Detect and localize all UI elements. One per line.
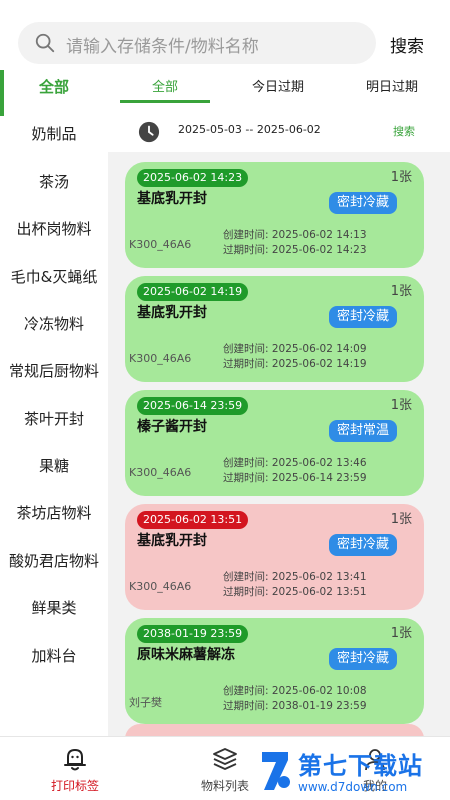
card-count: 1张 — [390, 284, 412, 299]
storage-tag: 密封冷藏 — [329, 534, 398, 556]
watermark-url: www.d7down.com — [298, 780, 408, 794]
tab-underline — [120, 100, 210, 103]
filter-tabs: 全部 今日过期 明日过期 — [108, 64, 450, 106]
expire-badge: 2025-06-02 13:51 — [137, 511, 249, 529]
expire-time: 过期时间: 2025-06-02 14:23 — [223, 244, 367, 256]
storage-tag: 密封常温 — [329, 420, 398, 442]
site-watermark: 第七下载站 www.d7down.com — [258, 742, 450, 800]
creator-label: 刘子樊 — [129, 696, 162, 709]
storage-tag: 密封冷藏 — [329, 306, 398, 328]
app-root: 请输入存储条件/物料名称 搜索 全部 奶制品 茶汤 出杯岗物料 毛巾&灭蝇纸 冷… — [0, 0, 450, 800]
sidebar-item-frozen[interactable]: 冷冻物料 — [0, 301, 108, 348]
date-search-button[interactable]: 搜索 — [393, 123, 415, 139]
expire-time: 过期时间: 2038-01-19 23:59 — [223, 700, 367, 712]
label-card[interactable]: 1张 2038-01-19 23:59 原味米麻薯解冻 密封冷藏 刘子樊 创建时… — [125, 618, 424, 724]
item-name: 基底乳开封 — [137, 533, 207, 549]
tab-expire-today[interactable]: 今日过期 — [252, 76, 304, 95]
storage-tag: 密封冷藏 — [329, 192, 398, 214]
expire-badge: 2025-06-02 14:23 — [137, 169, 249, 187]
sidebar-item-teahouse[interactable]: 茶坊店物料 — [0, 490, 108, 537]
sidebar-item-cup-station[interactable]: 出杯岗物料 — [0, 206, 108, 253]
creator-label: K300_46A6 — [129, 352, 192, 365]
time-info: 创建时间: 2025-06-02 14:09 过期时间: 2025-06-02 … — [223, 342, 367, 372]
creator-label: K300_46A6 — [129, 238, 192, 251]
sidebar-item-yogurt[interactable]: 酸奶君店物料 — [0, 538, 108, 585]
created-time: 创建时间: 2025-06-02 13:41 — [223, 571, 367, 583]
sidebar-item-towels[interactable]: 毛巾&灭蝇纸 — [0, 254, 108, 301]
bell-icon — [64, 749, 86, 771]
created-time: 创建时间: 2025-06-02 14:13 — [223, 229, 367, 241]
label-card[interactable]: 1张 2025-06-02 14:23 基底乳开封 密封冷藏 K300_46A6… — [125, 162, 424, 268]
tab-all[interactable]: 全部 — [152, 76, 178, 95]
search-button[interactable]: 搜索 — [390, 32, 424, 57]
expire-badge: 2038-01-19 23:59 — [137, 625, 249, 643]
label-card[interactable]: 1张 2025-06-14 23:59 榛子酱开封 密封常温 K300_46A6… — [125, 390, 424, 496]
card-count: 1张 — [390, 512, 412, 527]
sidebar-item-all[interactable]: 全部 — [0, 64, 108, 111]
date-range[interactable]: 2025-05-03 -- 2025-06-02 — [178, 123, 321, 136]
watermark-title: 第七下载站 — [298, 752, 423, 780]
search-icon — [35, 33, 55, 53]
storage-tag: 密封冷藏 — [329, 648, 398, 670]
created-time: 创建时间: 2025-06-02 10:08 — [223, 685, 367, 697]
time-info: 创建时间: 2025-06-02 13:41 过期时间: 2025-06-02 … — [223, 570, 367, 600]
sidebar-item-fructose[interactable]: 果糖 — [0, 443, 108, 490]
label-list-panel: 全部 今日过期 明日过期 2025-05-03 -- 2025-06-02 搜索… — [108, 64, 450, 736]
search-placeholder: 请输入存储条件/物料名称 — [66, 37, 259, 57]
label-card-partial[interactable] — [125, 724, 424, 736]
search-bar: 请输入存储条件/物料名称 搜索 — [0, 0, 450, 64]
item-name: 基底乳开封 — [137, 191, 207, 207]
label-card-list: 1张 2025-06-02 14:23 基底乳开封 密封冷藏 K300_46A6… — [108, 152, 450, 736]
tab-expire-tomorrow[interactable]: 明日过期 — [366, 76, 418, 95]
expire-badge: 2025-06-14 23:59 — [137, 397, 249, 415]
search-input[interactable]: 请输入存储条件/物料名称 — [18, 22, 376, 64]
layers-icon — [213, 748, 237, 770]
clock-icon[interactable] — [138, 121, 160, 143]
sidebar-item-kitchen[interactable]: 常规后厨物料 — [0, 348, 108, 395]
category-sidebar: 全部 奶制品 茶汤 出杯岗物料 毛巾&灭蝇纸 冷冻物料 常规后厨物料 茶叶开封 … — [0, 64, 108, 736]
date-filter-row: 2025-05-03 -- 2025-06-02 搜索 — [108, 106, 450, 152]
sidebar-item-tea-leaves[interactable]: 茶叶开封 — [0, 396, 108, 443]
sidebar-item-tea-soup[interactable]: 茶汤 — [0, 159, 108, 206]
item-name: 基底乳开封 — [137, 305, 207, 321]
expire-time: 过期时间: 2025-06-14 23:59 — [223, 472, 367, 484]
item-name: 榛子酱开封 — [137, 419, 207, 435]
item-name: 原味米麻薯解冻 — [137, 647, 235, 663]
sidebar-item-dairy[interactable]: 奶制品 — [0, 111, 108, 158]
nav-print-labels[interactable]: 打印标签 — [0, 737, 150, 800]
card-count: 1张 — [390, 626, 412, 641]
sidebar-item-fresh-fruit[interactable]: 鲜果类 — [0, 585, 108, 632]
time-info: 创建时间: 2025-06-02 13:46 过期时间: 2025-06-14 … — [223, 456, 367, 486]
created-time: 创建时间: 2025-06-02 13:46 — [223, 457, 367, 469]
time-info: 创建时间: 2025-06-02 10:08 过期时间: 2038-01-19 … — [223, 684, 367, 714]
expire-time: 过期时间: 2025-06-02 14:19 — [223, 358, 367, 370]
creator-label: K300_46A6 — [129, 466, 192, 479]
expire-badge: 2025-06-02 14:19 — [137, 283, 249, 301]
watermark-logo-icon — [262, 752, 290, 790]
card-count: 1张 — [390, 170, 412, 185]
time-info: 创建时间: 2025-06-02 14:13 过期时间: 2025-06-02 … — [223, 228, 367, 258]
label-card[interactable]: 1张 2025-06-02 14:19 基底乳开封 密封冷藏 K300_46A6… — [125, 276, 424, 382]
creator-label: K300_46A6 — [129, 580, 192, 593]
label-card[interactable]: 1张 2025-06-02 13:51 基底乳开封 密封冷藏 K300_46A6… — [125, 504, 424, 610]
nav-label: 打印标签 — [50, 779, 99, 793]
sidebar-item-topping-station[interactable]: 加料台 — [0, 633, 108, 680]
expire-time: 过期时间: 2025-06-02 13:51 — [223, 586, 367, 598]
created-time: 创建时间: 2025-06-02 14:09 — [223, 343, 367, 355]
card-count: 1张 — [390, 398, 412, 413]
